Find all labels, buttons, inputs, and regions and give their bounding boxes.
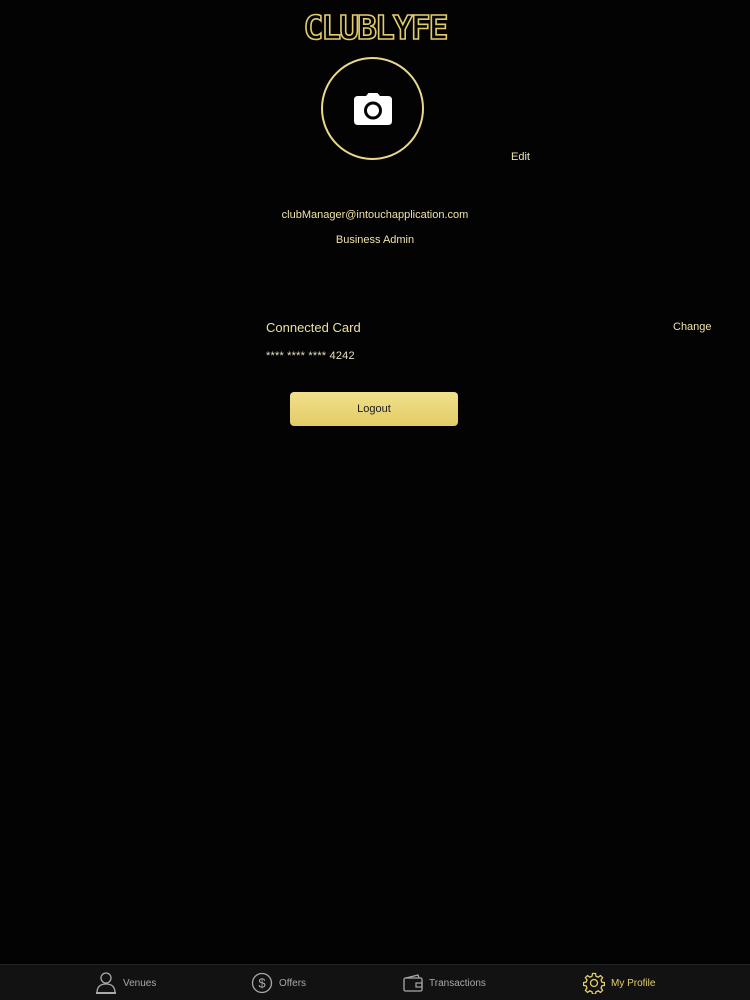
svg-text:$: $	[258, 976, 266, 991]
profile-photo-button[interactable]	[321, 57, 424, 160]
dollar-circle-icon: $	[251, 972, 273, 994]
tab-label: My Profile	[611, 977, 656, 989]
tab-bar: Venues $ Offers Transactions My Profile	[0, 964, 750, 1000]
tab-transactions[interactable]: Transactions	[403, 965, 486, 1000]
tab-label: Transactions	[429, 977, 486, 989]
user-role: Business Admin	[335, 234, 415, 246]
tab-offers[interactable]: $ Offers	[251, 965, 306, 1000]
logout-button[interactable]: Logout	[290, 392, 458, 426]
change-card-link[interactable]: Change	[673, 321, 712, 333]
tab-label: Offers	[279, 977, 307, 989]
card-number: **** **** **** 4242	[266, 350, 355, 362]
camera-icon	[353, 92, 392, 125]
tab-venues[interactable]: Venues	[95, 965, 156, 1000]
gear-icon	[583, 972, 605, 994]
tab-label: Venues	[123, 977, 157, 989]
logo-text: CLUBLYFE	[304, 8, 447, 47]
person-user-icon	[96, 972, 116, 994]
tab-my-profile[interactable]: My Profile	[583, 965, 655, 1000]
clublyfe-logo: CLUBLYFE	[303, 7, 450, 47]
app-logo: CLUBLYFE	[0, 6, 750, 48]
wallet-icon	[403, 974, 423, 992]
profile-screen: CLUBLYFE Edit clubManager@intouchapplica…	[0, 0, 750, 1000]
edit-profile-link[interactable]: Edit	[511, 151, 530, 163]
connected-card-title: Connected Card	[266, 320, 361, 335]
user-email: clubManager@intouchapplication.com	[281, 209, 469, 221]
